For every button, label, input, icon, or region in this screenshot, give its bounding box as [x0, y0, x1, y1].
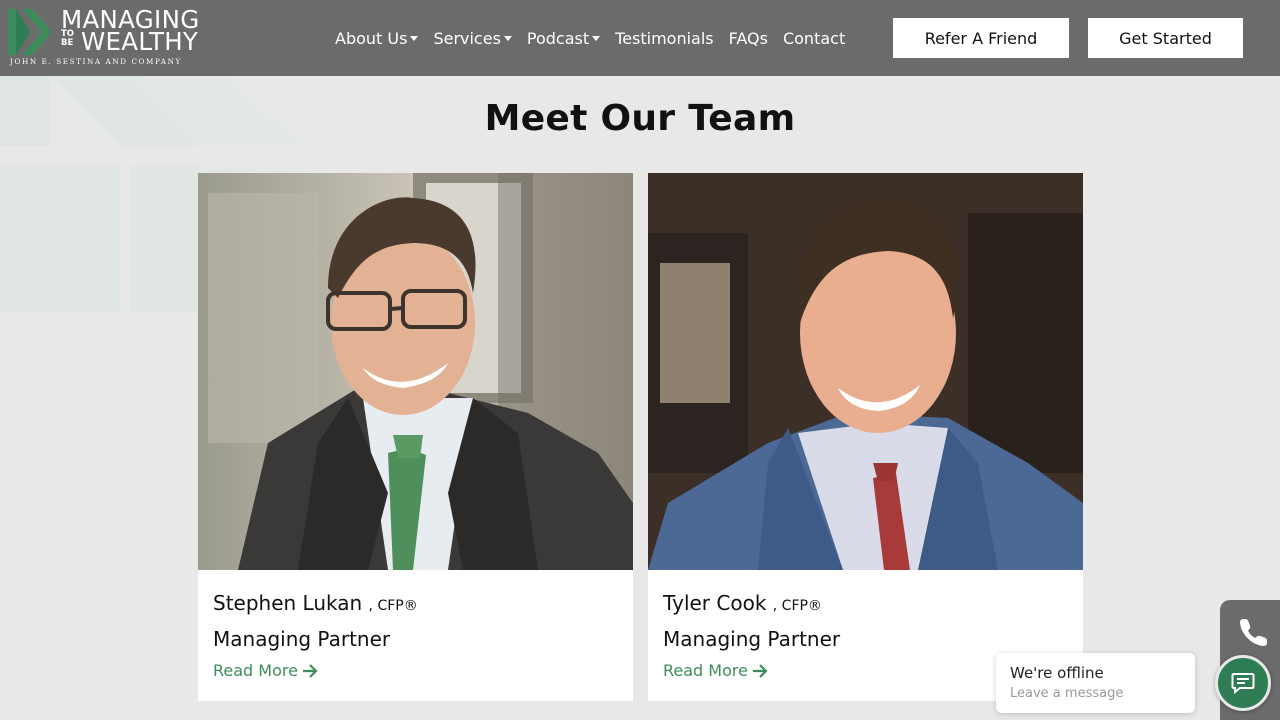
caret-down-icon	[592, 36, 601, 41]
chat-offline-panel[interactable]: We're offline Leave a message	[996, 653, 1195, 713]
refer-a-friend-button[interactable]: Refer A Friend	[893, 18, 1069, 58]
read-more-label: Read More	[663, 661, 748, 680]
team-member-role: Managing Partner	[663, 627, 841, 651]
nav-item-label: Testimonials	[615, 28, 714, 48]
caret-down-icon	[503, 36, 512, 41]
team-card: Stephen Lukan , CFP® Managing Partner Re…	[198, 173, 633, 701]
logo-text-bottom: WEALTHY	[81, 27, 199, 56]
team-member-credential: , CFP®	[772, 598, 822, 614]
site-logo[interactable]: MANAGING TO BE WEALTHY JOHN E. SESTINA A…	[8, 6, 230, 70]
nav-item-contact[interactable]: Contact	[783, 29, 845, 48]
section-title: Meet Our Team	[484, 98, 796, 139]
nav-item-label: Services	[433, 28, 501, 48]
team-member-name: Stephen Lukan , CFP®	[213, 591, 418, 615]
nav-item-faqs[interactable]: FAQs	[729, 29, 768, 48]
team-member-name: Tyler Cook , CFP®	[663, 591, 822, 615]
read-more-label: Read More	[213, 661, 298, 680]
team-card: Tyler Cook , CFP® Managing Partner Read …	[648, 173, 1083, 701]
chat-bubble-icon	[1231, 673, 1255, 694]
chat-status: We're offline	[1010, 664, 1104, 682]
main-nav: About Us Services Podcast Testimonials F…	[335, 27, 860, 49]
logo-chevron-icon	[8, 9, 52, 55]
nav-item-label: Podcast	[526, 28, 590, 48]
read-more-link[interactable]: Read More	[213, 661, 318, 680]
team-member-photo	[198, 173, 633, 570]
site-header: MANAGING TO BE WEALTHY JOHN E. SESTINA A…	[0, 0, 1280, 76]
team-member-role: Managing Partner	[213, 627, 391, 651]
phone-icon[interactable]	[1238, 616, 1270, 648]
get-started-button[interactable]: Get Started	[1088, 18, 1243, 58]
team-member-photo	[648, 173, 1083, 570]
nav-item-testimonials[interactable]: Testimonials	[615, 29, 714, 48]
nav-item-podcast[interactable]: Podcast	[526, 28, 601, 48]
read-more-link[interactable]: Read More	[663, 661, 768, 680]
arrow-right-icon	[302, 663, 318, 678]
chat-prompt: Leave a message	[1010, 686, 1124, 701]
team-member-credential: , CFP®	[368, 598, 418, 614]
arrow-right-icon	[752, 663, 768, 678]
nav-item-label: FAQs	[728, 28, 768, 48]
caret-down-icon	[410, 36, 419, 41]
logo-text-tobe: TO BE	[61, 29, 75, 48]
nav-item-about-us[interactable]: About Us	[335, 28, 419, 48]
logo-subtitle: JOHN E. SESTINA AND COMPANY	[10, 57, 182, 66]
nav-item-services[interactable]: Services	[433, 28, 512, 48]
nav-item-label: About Us	[335, 28, 408, 48]
chat-launcher-button[interactable]	[1215, 655, 1271, 711]
nav-item-label: Contact	[782, 28, 846, 48]
